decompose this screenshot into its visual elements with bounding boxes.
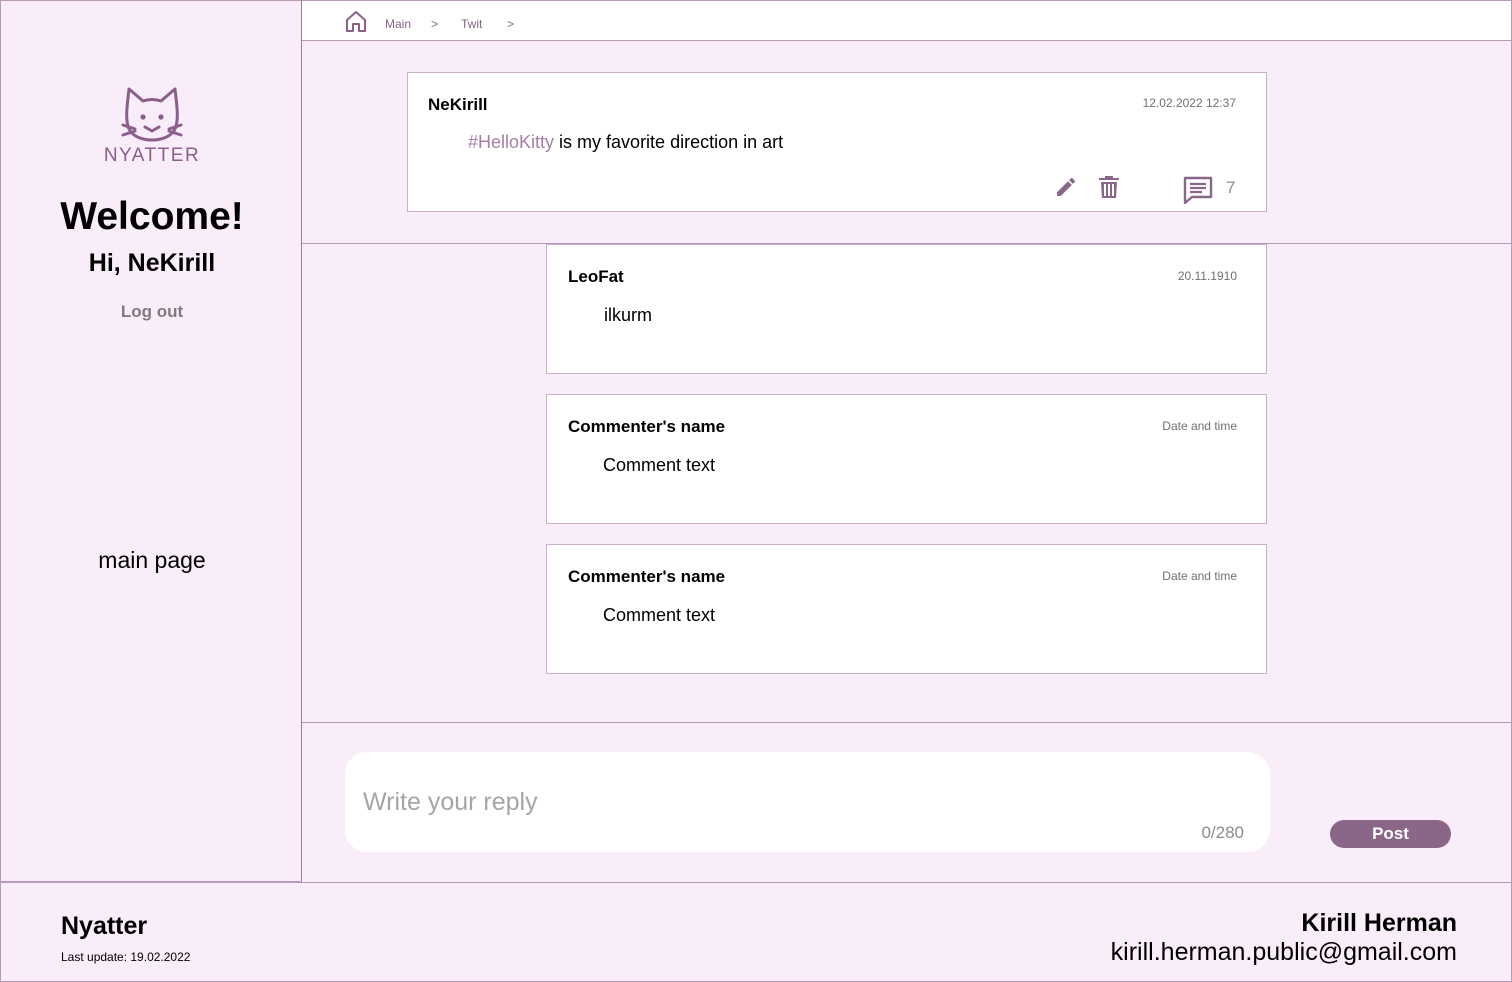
footer-author-email[interactable]: kirill.herman.public@gmail.com	[1111, 938, 1457, 967]
user-greeting: Hi, NeKirill	[88, 249, 216, 277]
nyatter-logo[interactable]: NYATTER	[102, 85, 202, 171]
delete-icon[interactable]	[1098, 175, 1120, 204]
comment-author[interactable]: Commenter's name	[568, 567, 725, 587]
breadcrumb: Main > Twit >	[302, 0, 1512, 41]
welcome-heading: Welcome!	[60, 195, 244, 238]
comment-card: Commenter's name Date and time Comment t…	[546, 544, 1267, 674]
reply-input[interactable]	[363, 782, 1203, 822]
comments-list: LeoFat 20.11.1910 ilkurm Commenter's nam…	[302, 244, 1512, 723]
home-icon[interactable]	[345, 10, 367, 37]
post-text-body: is my favorite direction in art	[554, 132, 784, 152]
comment-datetime: Date and time	[1162, 419, 1237, 433]
breadcrumb-twit[interactable]: Twit	[461, 17, 482, 31]
cat-logo-icon	[121, 87, 183, 142]
comment-author[interactable]: LeoFat	[568, 267, 624, 287]
post-datetime: 12.02.2022 12:37	[1142, 96, 1236, 110]
post-button[interactable]: Post	[1330, 820, 1451, 848]
footer-author-name: Kirill Herman	[1301, 909, 1457, 937]
post-card: NeKirill 12.02.2022 12:37 #HelloKitty is…	[407, 72, 1267, 212]
comment-text: Comment text	[603, 455, 716, 475]
post-section: NeKirill 12.02.2022 12:37 #HelloKitty is…	[302, 41, 1512, 244]
comment-author[interactable]: Commenter's name	[568, 417, 725, 437]
footer-brand: Nyatter	[61, 912, 148, 940]
comment-text: ilkurm	[604, 305, 652, 325]
main-page-link[interactable]: main page	[1, 547, 303, 574]
comment-datetime: Date and time	[1162, 569, 1237, 583]
edit-icon[interactable]	[1054, 175, 1078, 204]
comments-count: 7	[1226, 178, 1236, 197]
logo-text: NYATTER	[103, 145, 201, 166]
last-update: Last update: 19.02.2022	[61, 950, 191, 964]
footer: Nyatter Last update: 19.02.2022 Kirill H…	[0, 882, 1512, 982]
breadcrumb-main[interactable]: Main	[385, 17, 411, 31]
logout-link[interactable]: Log out	[1, 302, 303, 322]
sidebar: NYATTER Welcome! Hi, NeKirill Log out ma…	[0, 0, 302, 882]
reply-box: 0/280	[345, 752, 1270, 852]
hashtag-link[interactable]: #HelloKitty	[468, 132, 554, 152]
post-text: #HelloKitty is my favorite direction in …	[468, 132, 783, 153]
comment-card: Commenter's name Date and time Comment t…	[546, 394, 1267, 524]
breadcrumb-separator: >	[507, 17, 515, 31]
comment-icon[interactable]	[1183, 176, 1213, 209]
reply-section: 0/280 Post	[302, 723, 1512, 882]
comment-text: Comment text	[603, 605, 716, 625]
breadcrumb-separator: >	[431, 17, 439, 31]
char-counter: 0/280	[1201, 823, 1244, 842]
comment-datetime: 20.11.1910	[1177, 269, 1237, 283]
comment-card: LeoFat 20.11.1910 ilkurm	[546, 244, 1267, 374]
post-author[interactable]: NeKirill	[428, 95, 488, 115]
